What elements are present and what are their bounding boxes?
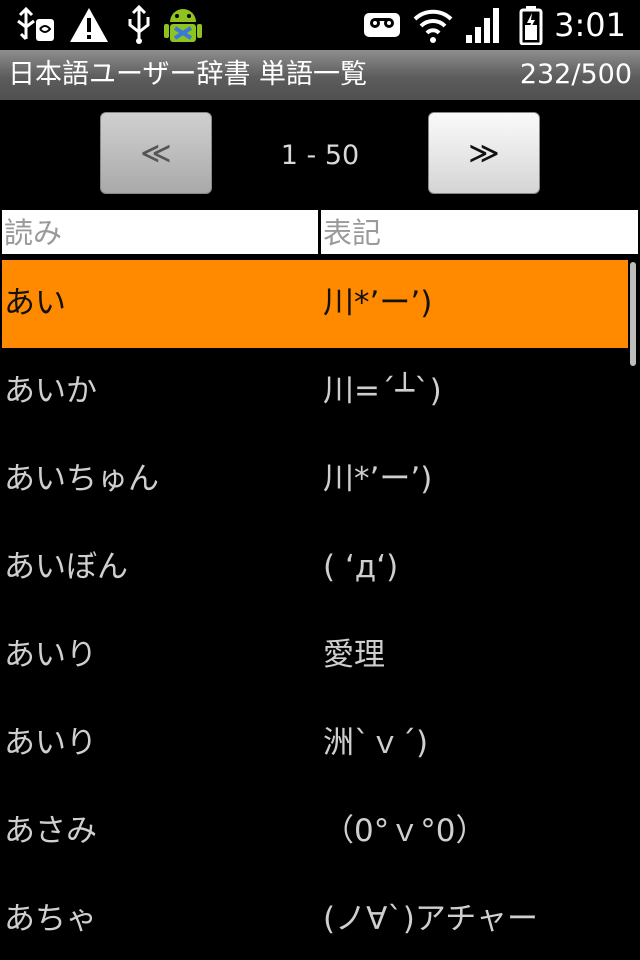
item-reading: あいか xyxy=(4,373,97,409)
column-header-reading: 読み xyxy=(2,210,318,254)
item-notation: 川*’ー’) xyxy=(323,285,433,321)
usb-debug-icon xyxy=(14,5,58,45)
list-item[interactable]: あいぼん ( ‘д‘) xyxy=(0,524,640,612)
signal-icon xyxy=(464,5,504,45)
column-header-notation: 表記 xyxy=(321,210,638,254)
usb-icon xyxy=(124,5,154,45)
page-range: 1 - 50 xyxy=(280,140,360,171)
item-reading: あい xyxy=(4,285,66,321)
wifi-icon xyxy=(412,5,454,45)
list-item[interactable]: あさみ （0°ｖ°0） xyxy=(0,788,640,876)
item-notation: ( ‘д‘) xyxy=(323,549,399,585)
list-item[interactable]: あいり 洲`ｖ´) xyxy=(0,700,640,788)
prev-page-button[interactable]: ≪ xyxy=(100,112,212,194)
item-notation: 洲`ｖ´) xyxy=(323,725,429,761)
word-count: 232/500 xyxy=(519,59,632,90)
item-notation: （0°ｖ°0） xyxy=(323,813,487,849)
scrollbar[interactable] xyxy=(630,262,636,366)
list-item[interactable]: あちゃ (ノ∀`)アチャー xyxy=(0,876,640,960)
warning-icon xyxy=(68,5,110,45)
list-item[interactable]: あいちゅん 川*’ー’) xyxy=(0,436,640,524)
status-bar: 3:01 xyxy=(0,0,640,50)
voicemail-icon xyxy=(362,5,402,45)
page-title: 日本語ユーザー辞書 単語一覧 xyxy=(8,59,368,90)
list-item[interactable]: あい 川*’ー’) xyxy=(0,260,640,348)
item-notation: 川*’ー’) xyxy=(323,461,433,497)
item-reading: あいぼん xyxy=(4,549,128,585)
screen: 3:01 日本語ユーザー辞書 単語一覧 232/500 ≪ 1 - 50 ≫ 読… xyxy=(0,0,640,960)
item-reading: あいり xyxy=(4,637,97,673)
item-notation: 愛理 xyxy=(323,637,385,673)
status-time: 3:01 xyxy=(554,6,626,44)
item-reading: あいちゅん xyxy=(4,461,159,497)
word-list: あい 川*’ー’) あいか 川=´┴`) あいちゅん 川*’ー’) あいぼん (… xyxy=(0,260,640,960)
android-icon xyxy=(160,5,206,45)
battery-icon xyxy=(518,5,544,45)
title-bar: 日本語ユーザー辞書 単語一覧 232/500 xyxy=(0,50,640,100)
list-item[interactable]: あいか 川=´┴`) xyxy=(0,348,640,436)
item-reading: あいり xyxy=(4,725,97,761)
item-reading: あさみ xyxy=(4,813,97,849)
next-page-button[interactable]: ≫ xyxy=(428,112,540,194)
item-reading: あちゃ xyxy=(4,901,97,937)
list-item[interactable]: あいり 愛理 xyxy=(0,612,640,700)
item-notation: (ノ∀`)アチャー xyxy=(323,901,538,937)
item-notation: 川=´┴`) xyxy=(323,373,442,409)
